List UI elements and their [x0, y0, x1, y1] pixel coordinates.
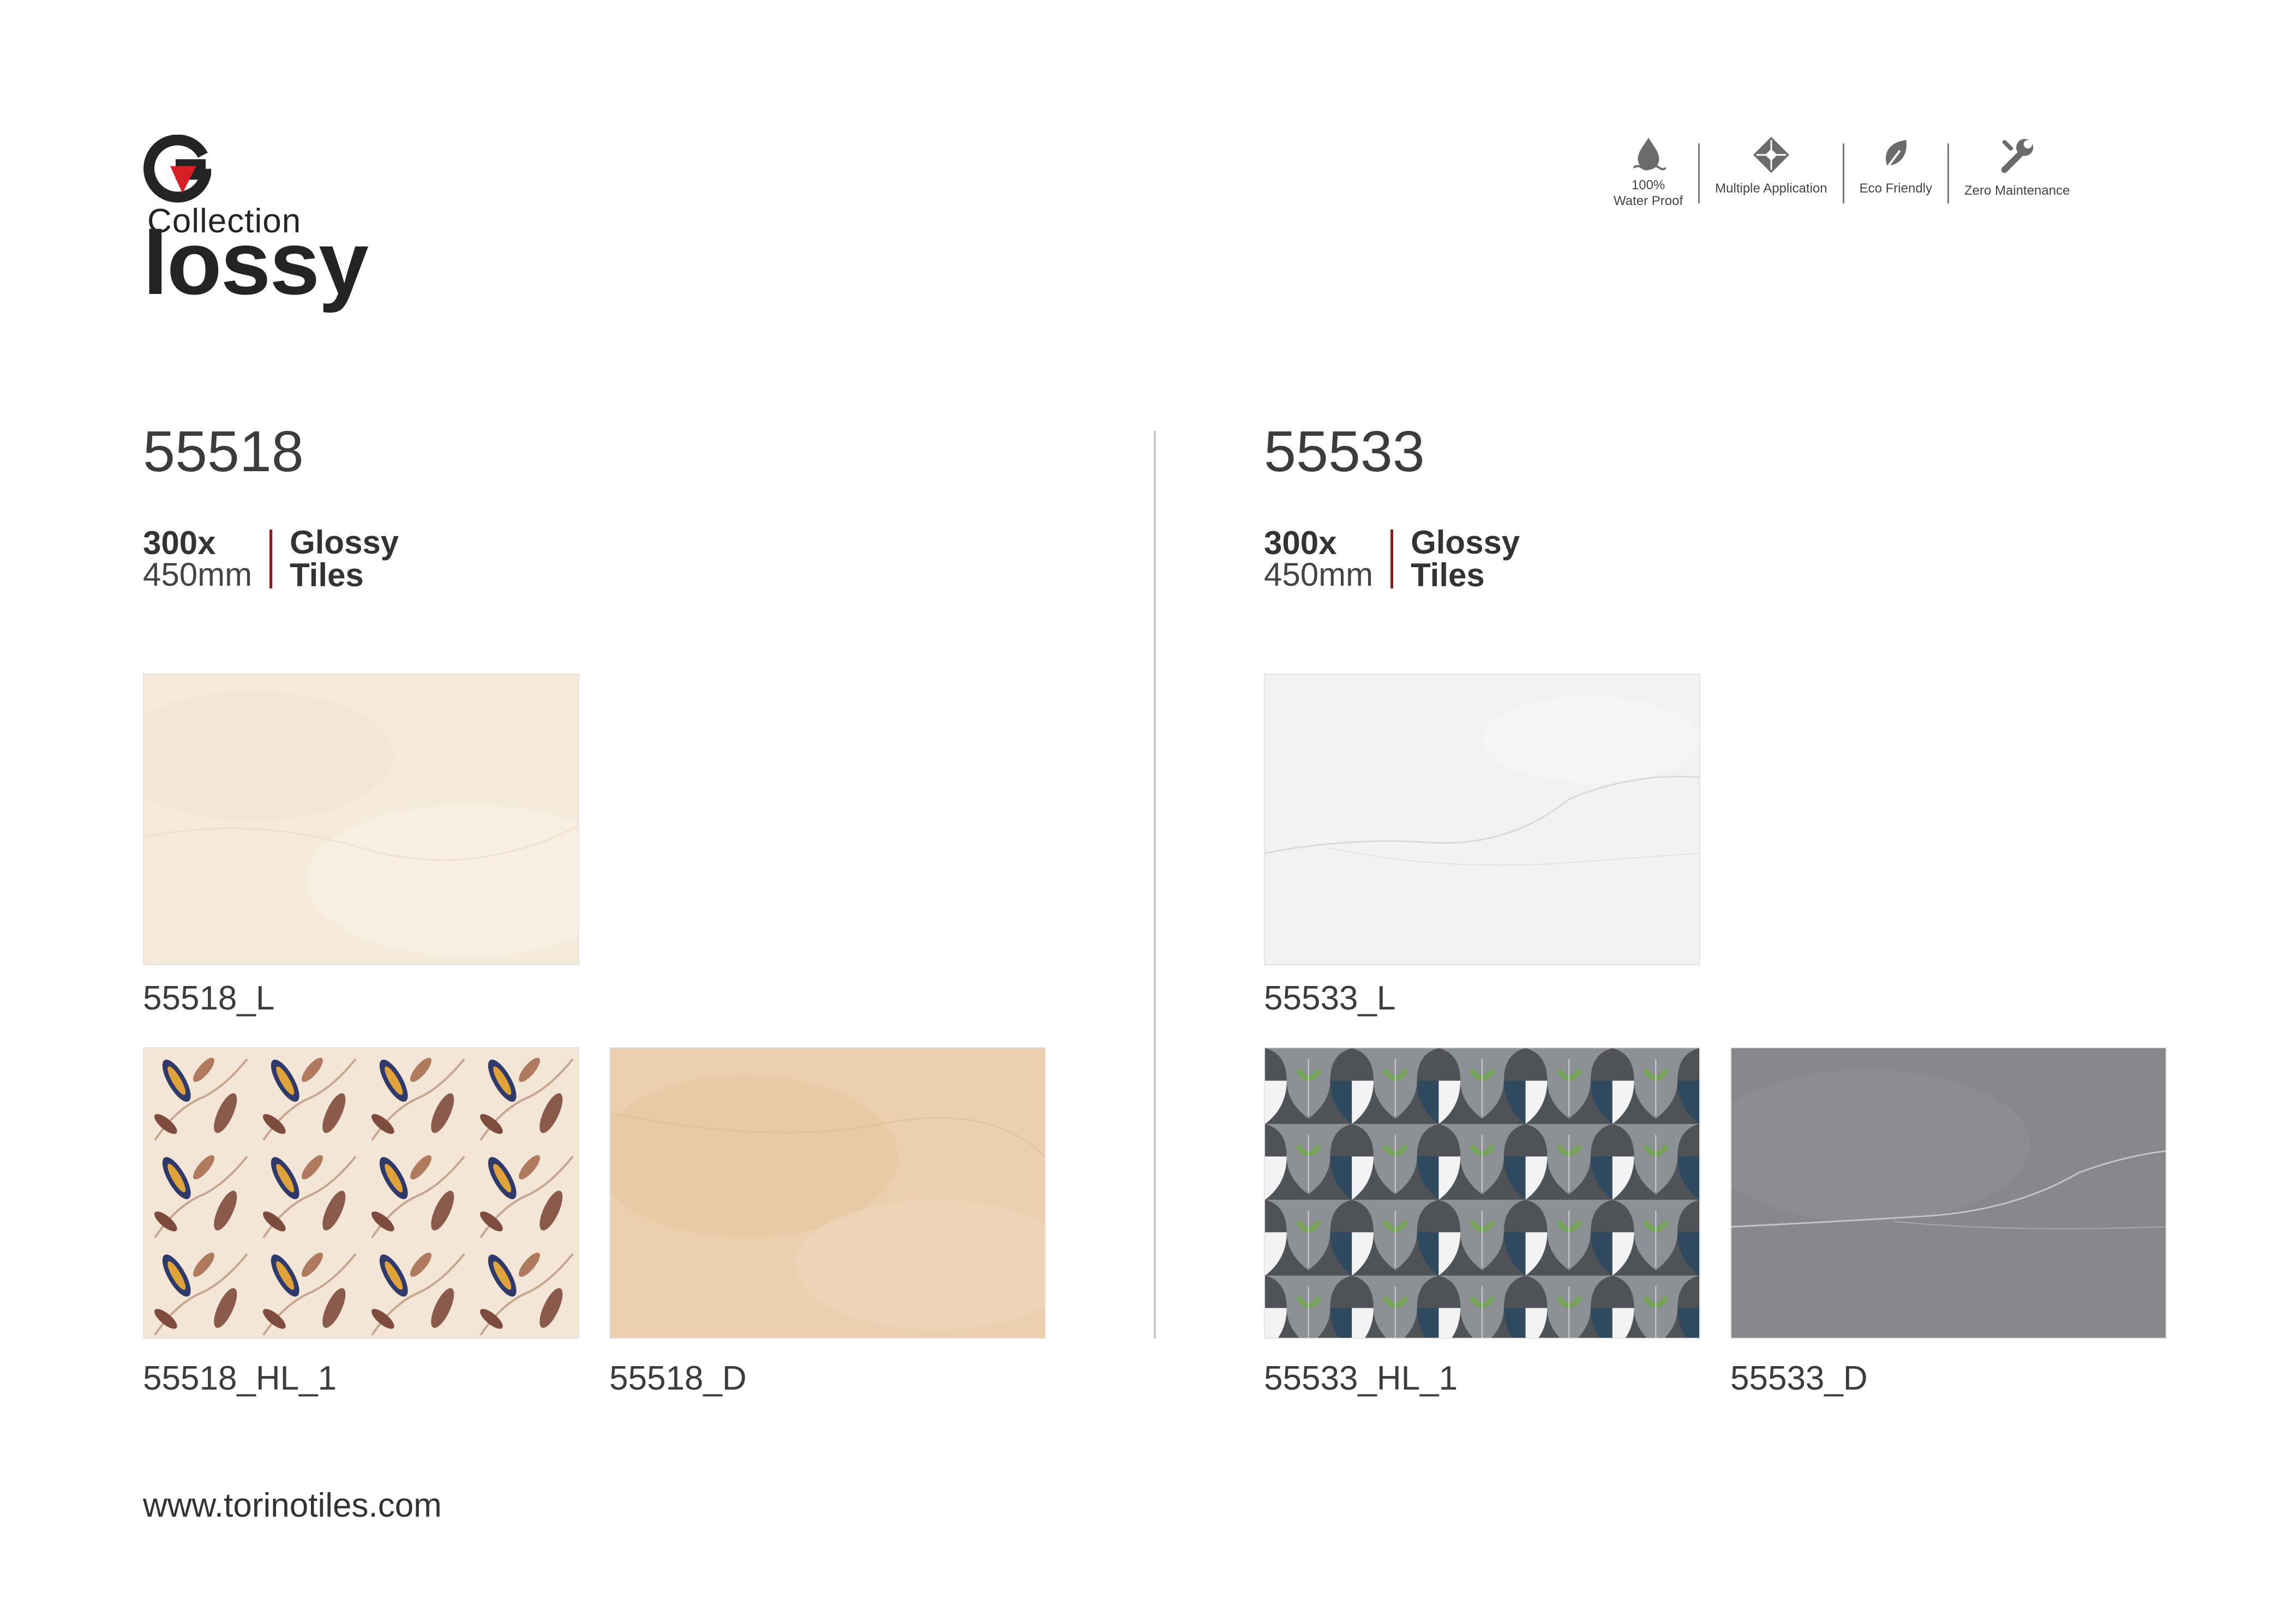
spec-size: 300x 450mm [1264, 525, 1374, 593]
brand-logo: lossy Collection [143, 128, 427, 308]
column-divider [1154, 431, 1156, 1339]
feature-eco-friendly: Eco Friendly [1844, 134, 1947, 195]
feature-label-line1: 100% [1631, 178, 1665, 193]
product-code: 55518 [143, 419, 304, 484]
cream-marble-texture [144, 675, 578, 964]
tile-image-55533-l[interactable] [1264, 674, 1700, 965]
feature-zero-maintenance: Zero Maintenance [1949, 134, 2085, 197]
grey-marble-texture [1731, 1048, 2166, 1338]
tile-caption: 55518_L [143, 979, 275, 1017]
product-spec: 300x 450mm Glossy Tiles [143, 526, 399, 592]
leaf-icon [1886, 140, 1907, 169]
footer-website[interactable]: www.torinotiles.com [143, 1486, 442, 1525]
feature-label: Multiple Application [1715, 181, 1827, 196]
tile-caption: 55533_L [1264, 979, 1396, 1017]
grey-leaf-scales-pattern [1265, 1048, 1699, 1338]
water-drop-icon [1633, 137, 1666, 171]
tools-icon [2001, 139, 2033, 173]
leaf-floral-pattern [144, 1048, 578, 1338]
white-marble-texture [1265, 675, 1699, 964]
feature-bar: 100% Water Proof Multiple Application Ec… [1598, 134, 2085, 210]
product-code: 55533 [1264, 419, 1425, 484]
tile-image-55533-hl-1[interactable] [1264, 1047, 1700, 1339]
tile-image-55518-d[interactable] [609, 1047, 1046, 1339]
tile-image-55518-l[interactable] [143, 674, 579, 965]
spec-type: Glossy Tiles [1411, 524, 1520, 593]
tile-caption: 55533_HL_1 [1264, 1360, 1458, 1397]
feature-water-proof: 100% Water Proof [1598, 134, 1698, 208]
feature-label: Water Proof [1614, 194, 1683, 209]
spec-divider [1390, 530, 1394, 588]
beige-marble-texture [610, 1048, 1045, 1338]
feature-label: Zero Maintenance [1964, 183, 2070, 198]
feature-label: Eco Friendly [1859, 181, 1932, 196]
spec-size: 300x 450mm [143, 525, 253, 593]
product-spec: 300x 450mm Glossy Tiles [1264, 526, 1520, 592]
tile-image-55518-hl-1[interactable] [143, 1047, 579, 1339]
spec-divider [269, 530, 273, 588]
tile-caption: 55518_HL_1 [143, 1360, 337, 1397]
spec-type: Glossy Tiles [290, 524, 399, 593]
tile-caption: 55518_D [609, 1360, 747, 1397]
tile-image-55533-d[interactable] [1730, 1047, 2167, 1339]
feature-multiple-application: Multiple Application [1700, 134, 1842, 195]
tile-caption: 55533_D [1730, 1360, 1868, 1397]
logo-subtitle: Collection [147, 202, 302, 240]
tiles-pattern-icon [1753, 136, 1789, 173]
